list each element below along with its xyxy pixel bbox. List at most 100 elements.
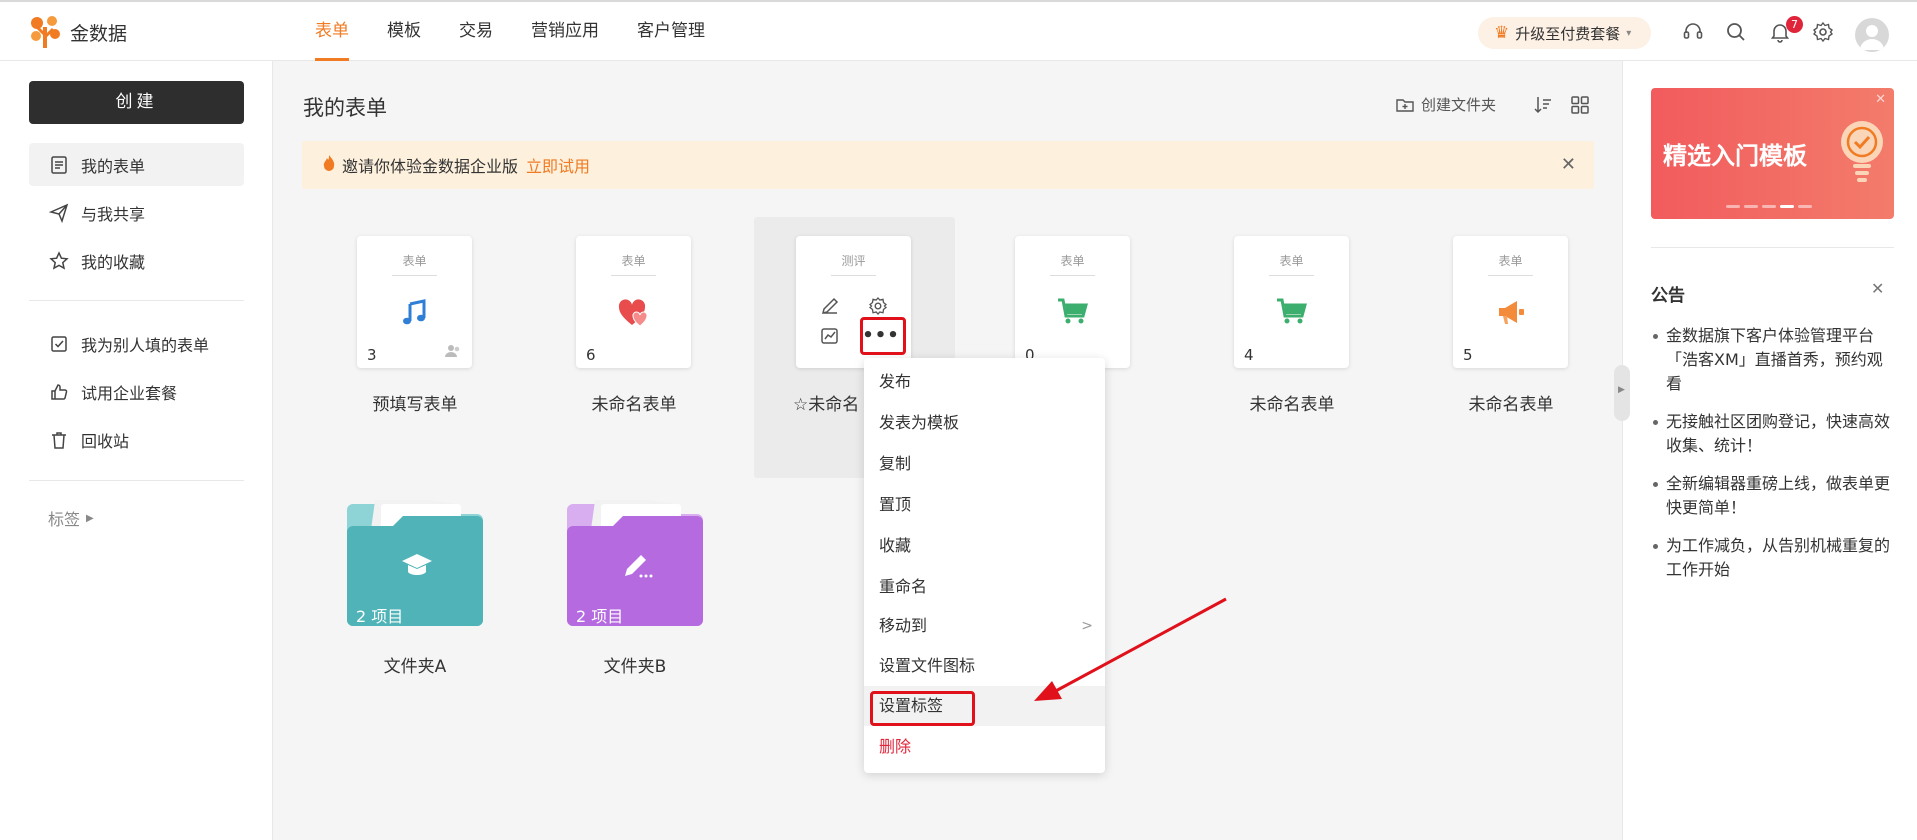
nav-tab-customers[interactable]: 客户管理 <box>618 2 724 61</box>
annotation-box-set-tags <box>870 691 975 726</box>
main-nav: 表单 模板 交易 营销应用 客户管理 <box>296 2 724 61</box>
sort-icon[interactable] <box>1532 94 1554 116</box>
form-card[interactable]: 表单 6 <box>576 236 691 368</box>
cart-icon <box>1015 298 1130 330</box>
chart-icon[interactable] <box>820 326 840 350</box>
sidebar-item-label: 我的收藏 <box>81 252 146 272</box>
crown-icon: ♛ <box>1494 23 1510 43</box>
nav-tab-transactions[interactable]: 交易 <box>440 2 512 61</box>
close-icon[interactable]: ✕ <box>1871 279 1884 298</box>
user-avatar[interactable] <box>1855 18 1889 52</box>
annotation-arrow <box>1034 597 1227 701</box>
sidebar-divider <box>29 300 244 301</box>
form-card-label[interactable]: 预填写表单 <box>315 390 515 415</box>
card-divider <box>611 275 656 276</box>
sidebar-item-filled-for-others[interactable]: 我为别人填的表单 <box>29 322 244 365</box>
sidebar-item-try-enterprise[interactable]: 试用企业套餐 <box>29 370 244 413</box>
app-logo[interactable]: 金数据 <box>28 15 127 49</box>
upgrade-button[interactable]: ♛ 升级至付费套餐 ▾ <box>1478 17 1652 49</box>
create-folder-button[interactable]: 创建文件夹 <box>1395 94 1496 115</box>
folder-label[interactable]: 文件夹B <box>565 652 705 677</box>
form-card-label[interactable]: 未命名表单 <box>534 390 734 415</box>
menu-item-copy[interactable]: 复制 <box>864 444 1105 484</box>
announcement-list: 金数据旗下客户体验管理平台「浩客XM」直播首秀，预约观看 无接触社区团购登记，快… <box>1651 324 1896 596</box>
search-icon[interactable] <box>1722 18 1750 46</box>
banner-text: 邀请你体验金数据企业版 <box>342 157 519 176</box>
users-icon <box>444 343 462 362</box>
create-button[interactable]: 创建 <box>29 81 244 124</box>
flame-icon <box>322 154 336 176</box>
send-icon <box>49 203 69 223</box>
card-type: 测评 <box>841 254 866 268</box>
promo-banner[interactable]: 精选入门模板 ✕ <box>1651 88 1894 219</box>
nav-tab-marketing[interactable]: 营销应用 <box>512 2 618 61</box>
response-count: 3 <box>367 346 377 364</box>
form-card[interactable]: 表单 5 <box>1453 236 1568 368</box>
menu-item-favorite[interactable]: 收藏 <box>864 526 1105 566</box>
upgrade-label: 升级至付费套餐 <box>1515 24 1621 43</box>
card-divider <box>1488 275 1533 276</box>
announcement-item[interactable]: 全新编辑器重磅上线，做表单更快更简单！ <box>1651 472 1896 520</box>
tags-label: 标签 <box>48 510 81 529</box>
grid-view-icon[interactable] <box>1569 94 1591 116</box>
headset-icon[interactable] <box>1679 18 1707 46</box>
annotation-box-more <box>860 317 906 355</box>
caret-right-icon: ▶ <box>86 512 94 524</box>
response-count: 6 <box>586 346 596 364</box>
sidebar-item-label: 试用企业套餐 <box>81 383 178 403</box>
heart-icon <box>576 298 691 332</box>
folder-card-a[interactable]: 2 项目 <box>345 493 485 630</box>
edit-icon[interactable] <box>820 296 840 320</box>
folder-plus-icon <box>1396 98 1414 112</box>
form-card[interactable]: 表单 4 <box>1234 236 1349 368</box>
top-bar: 金数据 表单 模板 交易 营销应用 客户管理 ♛ 升级至付费套餐 ▾ 7 <box>0 0 1917 61</box>
nav-tab-forms[interactable]: 表单 <box>296 2 368 61</box>
announcement-title: 公告 <box>1651 286 1685 306</box>
announcement-item[interactable]: 金数据旗下客户体验管理平台「浩客XM」直播首秀，预约观看 <box>1651 324 1896 396</box>
close-icon[interactable]: ✕ <box>1561 154 1576 175</box>
sidebar-item-trash[interactable]: 回收站 <box>29 418 244 461</box>
page-title: 我的表单 <box>303 96 387 120</box>
checkbox-icon <box>51 335 67 352</box>
sidebar-divider <box>29 480 244 481</box>
card-divider <box>1050 275 1095 276</box>
form-card[interactable]: 表单 0 <box>1015 236 1130 368</box>
promo-text: 精选入门模板 <box>1663 142 1807 170</box>
menu-item-pin[interactable]: 置顶 <box>864 485 1105 525</box>
graduation-cap-icon <box>401 552 433 584</box>
form-card-label[interactable]: 未命名表单 <box>1411 390 1611 415</box>
card-divider <box>1269 275 1314 276</box>
try-now-link[interactable]: 立即试用 <box>526 153 590 177</box>
carousel-dots[interactable] <box>1726 205 1812 208</box>
trash-icon <box>52 431 66 449</box>
nav-tab-templates[interactable]: 模板 <box>368 2 440 61</box>
sidebar-tags-toggle[interactable]: 标签 ▶ <box>48 506 94 530</box>
megaphone-icon <box>1453 298 1568 330</box>
folder-label[interactable]: 文件夹A <box>345 652 485 677</box>
card-type: 表单 <box>1279 254 1304 268</box>
announcement-item[interactable]: 为工作减负，从告别机械重复的工作开始 <box>1651 534 1896 582</box>
form-card-label[interactable]: 未命名表单 <box>1192 390 1392 415</box>
folder-card-b[interactable]: 2 项目 <box>565 493 705 630</box>
sidebar-item-favorites[interactable]: 我的收藏 <box>29 239 244 282</box>
lightbulb-icon <box>1838 118 1886 194</box>
menu-item-publish-as-template[interactable]: 发表为模板 <box>864 403 1105 443</box>
close-icon[interactable]: ✕ <box>1875 92 1886 107</box>
folder-item-count: 2 项目 <box>356 607 404 626</box>
app-name: 金数据 <box>70 22 128 45</box>
sidebar: 创建 我的表单 与我共享 我的收藏 我为别人填的表单 试用企业套餐 回收站 标签… <box>0 61 273 840</box>
music-note-icon <box>357 298 472 332</box>
form-card[interactable]: 表单 3 <box>357 236 472 368</box>
panel-collapse-handle[interactable]: ▶ <box>1614 365 1630 421</box>
card-type: 表单 <box>621 254 646 268</box>
menu-item-delete[interactable]: 删除 <box>864 727 1105 767</box>
menu-item-publish[interactable]: 发布 <box>864 362 1105 402</box>
form-icon <box>51 155 67 174</box>
announcement-item[interactable]: 无接触社区团购登记，快速高效收集、统计！ <box>1651 410 1896 458</box>
sidebar-item-my-forms[interactable]: 我的表单 <box>29 143 244 186</box>
star-icon <box>49 250 69 270</box>
sidebar-item-label: 与我共享 <box>81 204 146 224</box>
card-divider <box>392 275 437 276</box>
gear-icon[interactable] <box>1809 18 1837 46</box>
sidebar-item-shared[interactable]: 与我共享 <box>29 191 244 234</box>
